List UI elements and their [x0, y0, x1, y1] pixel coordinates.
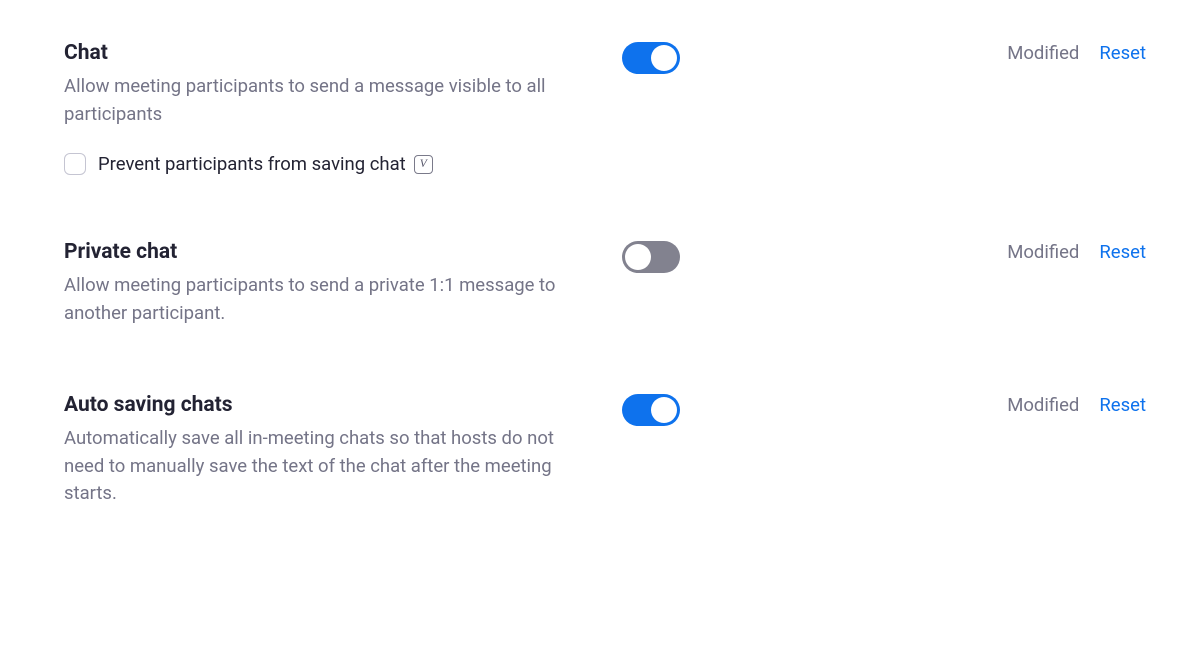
- toggle-private-chat[interactable]: [622, 241, 680, 273]
- setting-main: Auto saving chats Automatically save all…: [64, 392, 564, 509]
- status-column: Modified Reset: [1007, 40, 1146, 64]
- sub-option-prevent-saving: Prevent participants from saving chat V: [64, 153, 564, 175]
- setting-description: Allow meeting participants to send a pri…: [64, 272, 564, 328]
- setting-title: Chat: [64, 40, 564, 67]
- toggle-knob: [651, 397, 677, 423]
- reset-link[interactable]: Reset: [1099, 241, 1146, 263]
- reset-link[interactable]: Reset: [1099, 42, 1146, 64]
- toggle-auto-saving[interactable]: [622, 394, 680, 426]
- setting-description: Automatically save all in-meeting chats …: [64, 425, 564, 508]
- sub-option-label: Prevent participants from saving chat: [98, 153, 406, 175]
- modified-label: Modified: [1007, 394, 1079, 416]
- setting-row-private-chat: Private chat Allow meeting participants …: [64, 239, 1146, 328]
- setting-description: Allow meeting participants to send a mes…: [64, 73, 564, 129]
- modified-label: Modified: [1007, 241, 1079, 263]
- toggle-column: [622, 392, 680, 426]
- checkbox-prevent-saving[interactable]: [64, 153, 86, 175]
- status-column: Modified Reset: [1007, 392, 1146, 416]
- setting-title: Private chat: [64, 239, 564, 266]
- toggle-column: [622, 239, 680, 273]
- toggle-column: [622, 40, 680, 74]
- status-column: Modified Reset: [1007, 239, 1146, 263]
- toggle-chat[interactable]: [622, 42, 680, 74]
- toggle-knob: [651, 45, 677, 71]
- toggle-knob: [625, 244, 651, 270]
- setting-row-auto-saving: Auto saving chats Automatically save all…: [64, 392, 1146, 509]
- reset-link[interactable]: Reset: [1099, 394, 1146, 416]
- modified-badge-icon: V: [414, 155, 433, 174]
- modified-label: Modified: [1007, 42, 1079, 64]
- setting-main: Chat Allow meeting participants to send …: [64, 40, 564, 175]
- setting-row-chat: Chat Allow meeting participants to send …: [64, 40, 1146, 175]
- setting-main: Private chat Allow meeting participants …: [64, 239, 564, 328]
- setting-title: Auto saving chats: [64, 392, 564, 419]
